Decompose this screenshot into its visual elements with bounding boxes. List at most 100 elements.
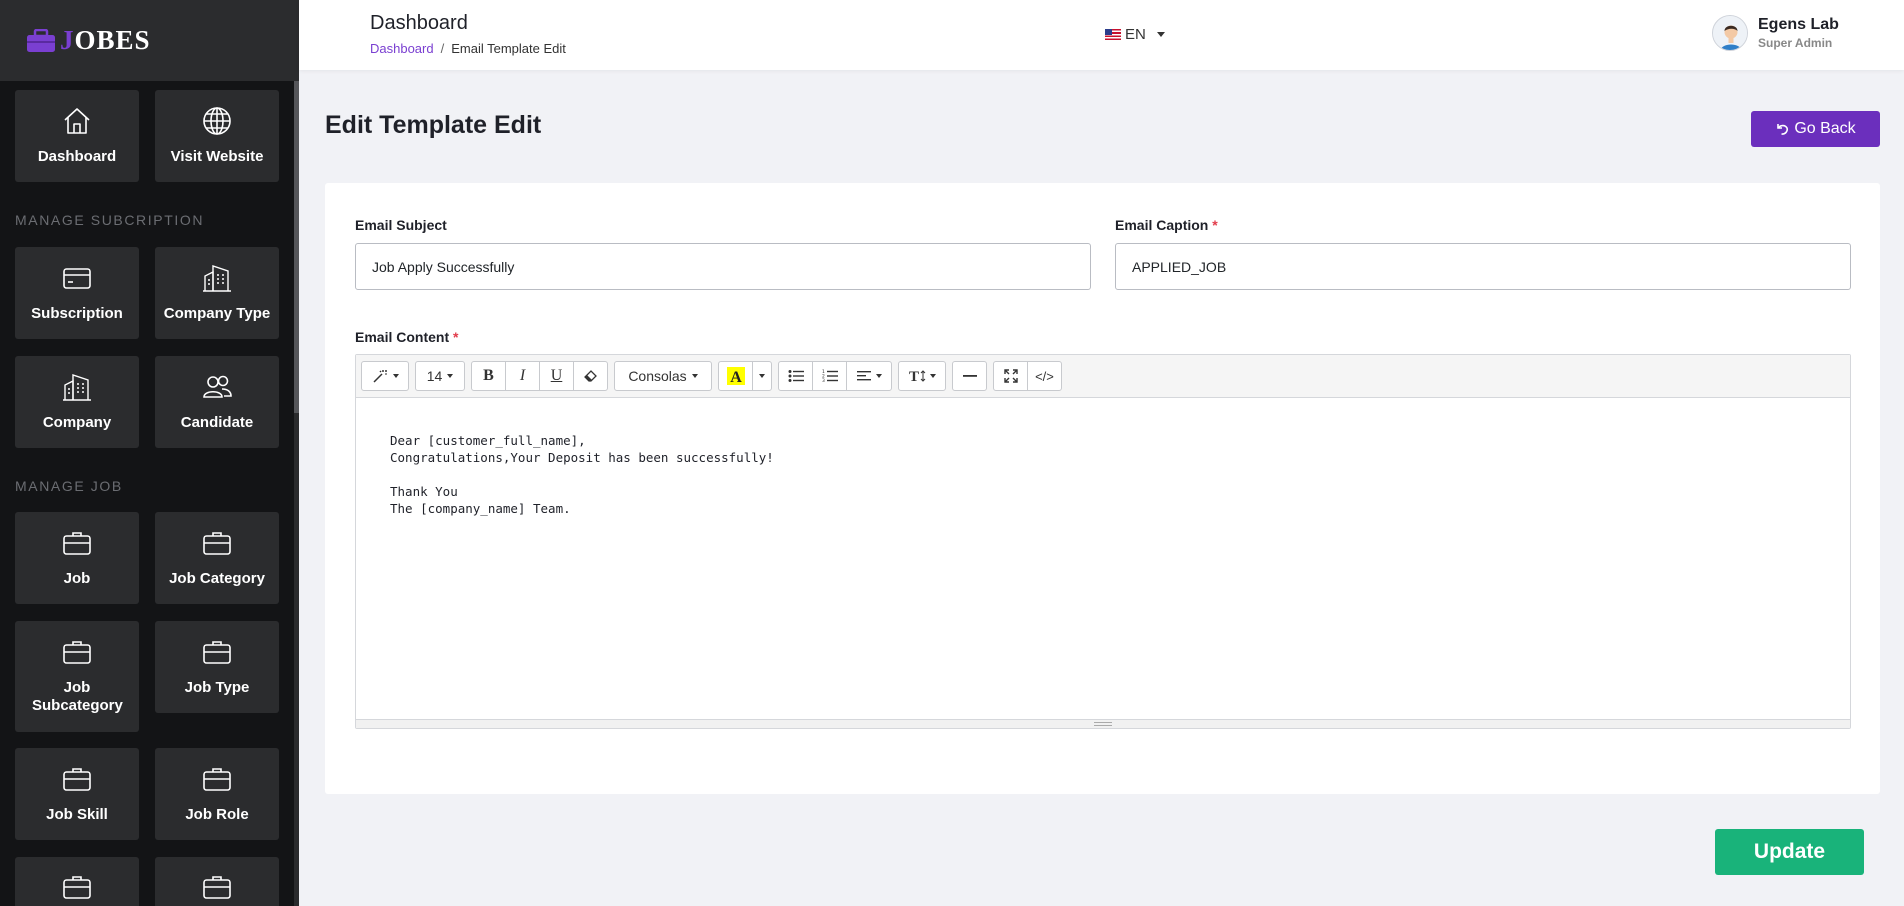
sidebar-item-job[interactable]: Job: [15, 512, 139, 604]
code-view-button[interactable]: </>: [1027, 361, 1062, 391]
style-button[interactable]: [361, 361, 409, 391]
sidebar-item-company-type[interactable]: Company Type: [155, 247, 279, 339]
sidebar-item-job-role[interactable]: Job Role: [155, 748, 279, 840]
breadcrumb-home-link[interactable]: Dashboard: [370, 41, 434, 56]
sidebar-item-label: Company Type: [163, 305, 271, 322]
undo-icon: [1777, 124, 1789, 135]
update-button[interactable]: Update: [1715, 829, 1864, 875]
unordered-list-button[interactable]: [778, 361, 813, 391]
email-content-editor: 14 B I U Consolas A 1 2 3 T </> Dear [cu…: [355, 354, 1851, 729]
credit-card-icon: [60, 261, 94, 295]
fullscreen-button[interactable]: [993, 361, 1028, 391]
eraser-icon: [583, 370, 597, 382]
language-label: EN: [1125, 26, 1146, 43]
building-icon: [60, 370, 94, 404]
sidebar-item-label: Visit Website: [170, 148, 264, 165]
sidebar-item-label: Job: [63, 570, 91, 587]
section-label-manage-job: MANAGE JOB: [15, 478, 123, 494]
chevron-down-icon: [875, 374, 882, 378]
sidebar: JOBES Dashboard Visit Website MANAGE SUB…: [0, 0, 299, 906]
chevron-down-icon: [392, 374, 399, 378]
clear-format-button[interactable]: [573, 361, 608, 391]
sidebar-item-label: Job Type: [184, 679, 250, 696]
sidebar-item-more[interactable]: [15, 857, 139, 906]
sidebar-item-subscription[interactable]: Subscription: [15, 247, 139, 339]
brand-name: JOBES: [60, 25, 151, 55]
chevron-down-icon: [929, 374, 936, 378]
globe-icon: [200, 104, 234, 138]
sidebar-item-company[interactable]: Company: [15, 356, 139, 448]
user-name: Egens Lab: [1758, 16, 1839, 33]
numbered-list-icon: 123: [822, 369, 838, 383]
user-menu[interactable]: Egens Lab Super Admin: [1712, 15, 1839, 51]
sidebar-scrollbar[interactable]: [294, 81, 299, 906]
scrollbar-thumb[interactable]: [294, 81, 299, 413]
editor-resize-handle[interactable]: [356, 719, 1850, 728]
email-caption-input[interactable]: APPLIED_JOB: [1115, 243, 1851, 290]
email-caption-label: Email Caption *: [1115, 217, 1218, 233]
briefcase-icon: [200, 635, 234, 669]
chevron-down-icon: [691, 374, 698, 378]
font-size-dropdown[interactable]: 14: [415, 361, 465, 391]
sidebar-item-job-category[interactable]: Job Category: [155, 512, 279, 604]
email-subject-input[interactable]: Job Apply Successfully: [355, 243, 1091, 290]
font-size-value: 14: [426, 368, 443, 384]
expand-icon: [1003, 369, 1018, 383]
ordered-list-button[interactable]: 123: [812, 361, 847, 391]
chevron-down-icon: [759, 374, 765, 378]
text-color-button[interactable]: A: [718, 361, 753, 391]
line-height-dropdown[interactable]: T: [898, 361, 946, 391]
briefcase-icon: [200, 526, 234, 560]
grip-icon: [1094, 722, 1112, 726]
align-left-icon: [856, 371, 871, 381]
briefcase-icon: [60, 635, 94, 669]
language-selector[interactable]: EN: [1105, 26, 1165, 43]
briefcase-icon: [60, 526, 94, 560]
sidebar-item-label: Job Skill: [46, 806, 108, 823]
sidebar-item-candidate[interactable]: Candidate: [155, 356, 279, 448]
email-content-label: Email Content *: [355, 329, 459, 345]
us-flag-icon: [1105, 29, 1121, 40]
svg-text:A: A: [730, 369, 742, 386]
svg-text:T: T: [909, 369, 919, 383]
brand-logo[interactable]: JOBES: [0, 0, 299, 81]
color-dropdown[interactable]: [752, 361, 772, 391]
page-heading: Edit Template Edit: [325, 111, 542, 139]
editor-toolbar: 14 B I U Consolas A 1 2 3 T </>: [356, 355, 1850, 398]
briefcase-icon: [200, 871, 234, 903]
chevron-down-icon: [447, 374, 454, 378]
user-role: Super Admin: [1758, 36, 1833, 50]
sidebar-item-label: Job Role: [185, 806, 249, 823]
sidebar-item-label: Dashboard: [37, 148, 117, 165]
bold-button[interactable]: B: [471, 361, 506, 391]
briefcase-icon: [60, 762, 94, 796]
sidebar-item-label: Company: [42, 414, 112, 431]
font-family-value: Consolas: [628, 368, 687, 384]
sidebar-item-dashboard[interactable]: Dashboard: [15, 90, 139, 182]
go-back-button[interactable]: Go Back: [1751, 111, 1880, 147]
sidebar-item-label: Job Category: [169, 570, 265, 587]
breadcrumb-separator: /: [440, 41, 445, 56]
sidebar-item-visit-website[interactable]: Visit Website: [155, 90, 279, 182]
italic-button[interactable]: I: [505, 361, 540, 391]
sidebar-item-job-subcategory[interactable]: Job Subcategory: [15, 621, 139, 732]
highlight-color-icon: A: [726, 367, 745, 386]
chevron-down-icon: [1156, 32, 1165, 37]
briefcase-logo-icon: [26, 28, 56, 53]
users-icon: [200, 370, 234, 404]
font-family-dropdown[interactable]: Consolas: [614, 361, 712, 391]
required-mark: *: [1212, 217, 1218, 233]
horizontal-rule-button[interactable]: [952, 361, 987, 391]
sidebar-item-job-type[interactable]: Job Type: [155, 621, 279, 713]
bullet-list-icon: [788, 370, 804, 382]
line-height-icon: T: [909, 369, 925, 383]
breadcrumb-current: Email Template Edit: [451, 41, 566, 56]
template-form-card: Email Subject Job Apply Successfully Ema…: [325, 183, 1880, 794]
sidebar-item-label: Subscription: [31, 305, 123, 322]
sidebar-item-more[interactable]: [155, 857, 279, 906]
underline-button[interactable]: U: [539, 361, 574, 391]
paragraph-align-dropdown[interactable]: [846, 361, 892, 391]
editor-content[interactable]: Dear [customer_full_name], Congratulatio…: [356, 398, 1850, 517]
sidebar-item-job-skill[interactable]: Job Skill: [15, 748, 139, 840]
page-title: Dashboard: [370, 12, 468, 34]
